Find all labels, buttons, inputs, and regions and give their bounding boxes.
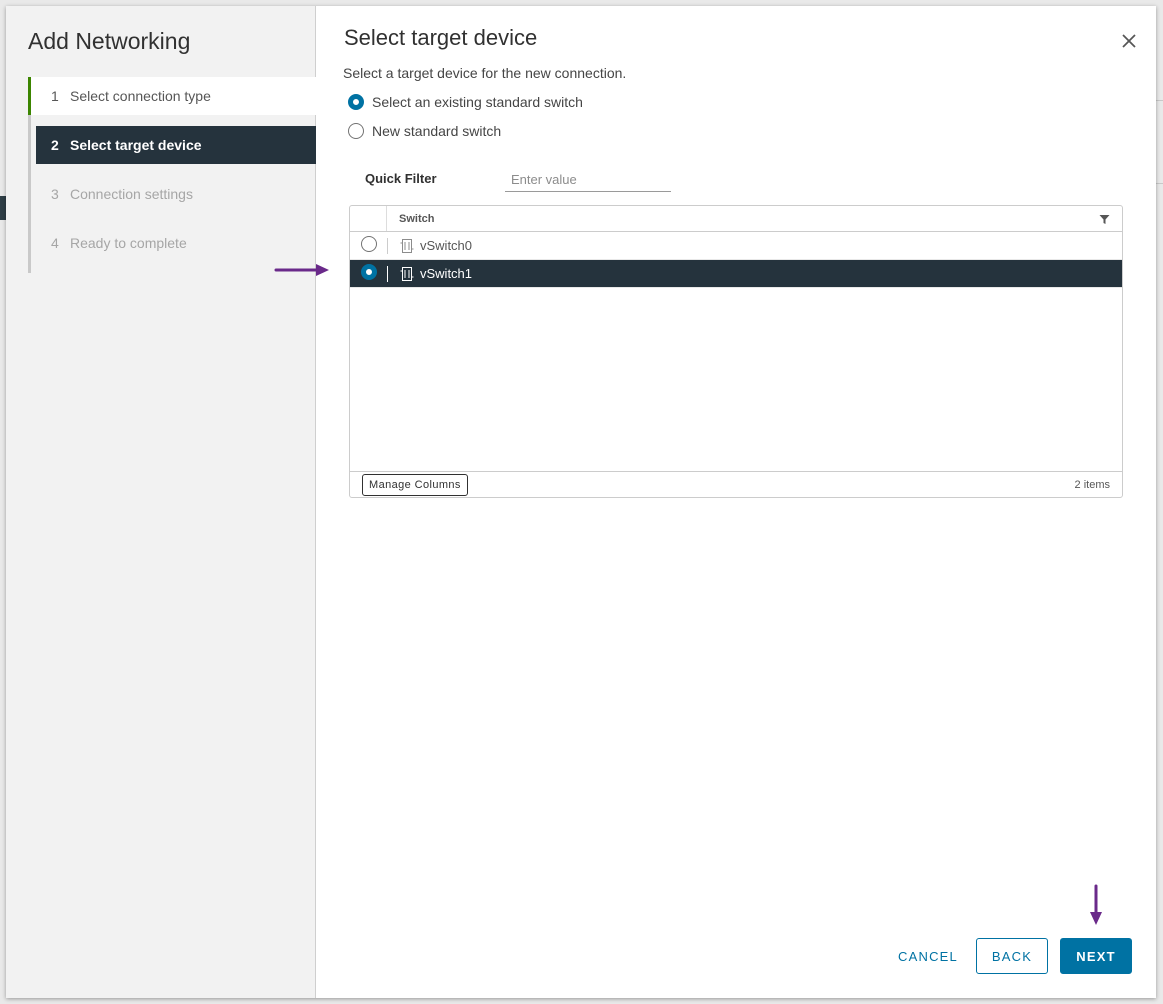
annotation-arrow-down-icon [1090, 884, 1102, 925]
back-button[interactable]: BACK [976, 938, 1048, 974]
quick-filter-label: Quick Filter [365, 171, 437, 186]
step-label: Select target device [70, 137, 202, 153]
option-new-switch[interactable]: New standard switch [348, 123, 501, 139]
radio-new-switch[interactable] [348, 123, 364, 139]
annotation-arrow-right-icon [274, 264, 329, 276]
step-label: Connection settings [70, 186, 193, 202]
step-label: Ready to complete [70, 235, 187, 251]
step-select-connection-type[interactable]: 1 Select connection type [28, 77, 316, 115]
quick-filter-input[interactable] [505, 168, 671, 192]
table-row[interactable]: vSwitch1 [350, 260, 1122, 288]
step-select-target-device[interactable]: 2 Select target device [36, 126, 316, 164]
column-separator [387, 237, 388, 254]
switch-grid: Switch vSwitch0 vSwitch1 Manage Columns … [349, 205, 1123, 498]
wizard-content: Select target device Select a target dev… [316, 6, 1156, 998]
step-ready-to-complete: 4 Ready to complete [31, 224, 316, 262]
switch-icon [400, 238, 414, 253]
row-select-cell [350, 235, 387, 252]
add-networking-dialog: Add Networking 1 Select connection type … [6, 6, 1156, 998]
option-existing-switch[interactable]: Select an existing standard switch [348, 94, 583, 110]
close-icon[interactable] [1120, 32, 1138, 50]
manage-columns-button[interactable]: Manage Columns [362, 473, 468, 496]
grid-header: Switch [350, 206, 1122, 232]
step-connection-settings: 3 Connection settings [31, 175, 316, 213]
background-divider [1156, 100, 1163, 101]
cancel-button[interactable]: CANCEL [888, 938, 968, 974]
radio-existing-switch[interactable] [348, 94, 364, 110]
wizard-steps: 1 Select connection type 2 Select target… [28, 77, 316, 273]
selection-column-header [350, 206, 387, 231]
option-label: Select an existing standard switch [372, 94, 583, 110]
next-button[interactable]: NEXT [1060, 938, 1132, 974]
step-number: 1 [51, 88, 59, 104]
switch-name: vSwitch1 [420, 266, 473, 281]
step-label: Select connection type [70, 88, 211, 104]
column-separator [387, 265, 388, 282]
switch-name: vSwitch0 [420, 238, 473, 253]
row-radio[interactable] [360, 263, 377, 280]
row-radio[interactable] [360, 235, 377, 252]
page-title: Select target device [344, 25, 538, 50]
table-row[interactable]: vSwitch0 [350, 232, 1122, 260]
column-header-switch[interactable]: Switch [387, 213, 434, 225]
step-number: 2 [51, 137, 59, 153]
switch-icon [400, 266, 414, 281]
wizard-nav: Add Networking 1 Select connection type … [6, 6, 316, 998]
page-description: Select a target device for the new conne… [343, 65, 627, 81]
option-label: New standard switch [372, 123, 502, 139]
wizard-title: Add Networking [28, 28, 191, 54]
filter-icon[interactable] [1099, 214, 1110, 225]
step-number: 4 [51, 235, 59, 251]
step-number: 3 [51, 186, 59, 202]
items-count: 2 items [1074, 478, 1110, 491]
grid-footer: Manage Columns 2 items [350, 471, 1122, 497]
row-select-cell [350, 263, 387, 280]
background-divider [1156, 183, 1163, 184]
